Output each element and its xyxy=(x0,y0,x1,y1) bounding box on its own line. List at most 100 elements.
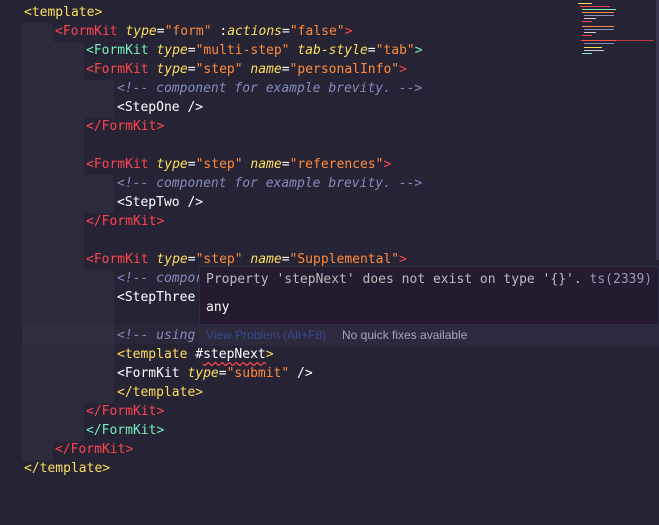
code-token: stepNext xyxy=(203,347,266,362)
code-token: = xyxy=(281,157,290,172)
code-token: = xyxy=(282,24,290,39)
code-token: = xyxy=(187,157,196,172)
code-token: "personalInfo" xyxy=(289,62,400,77)
minimap[interactable] xyxy=(574,0,659,60)
code-token: = xyxy=(218,366,227,381)
indent-guide xyxy=(84,175,114,213)
code-token: type xyxy=(125,24,157,39)
code-token: tab-style xyxy=(297,43,368,58)
code-token: <StepOne /> xyxy=(117,100,204,115)
code-token: "multi-step" xyxy=(195,43,290,58)
code-token: "tab" xyxy=(375,43,415,58)
type-info: any xyxy=(206,300,230,315)
code-line[interactable]: </template> xyxy=(117,383,203,402)
code-line[interactable]: </FormKit> xyxy=(86,402,164,421)
code-token: </FormKit> xyxy=(86,404,165,419)
code-token: <FormKit xyxy=(86,43,149,58)
code-token: /> xyxy=(289,366,313,381)
code-line[interactable]: <FormKit type="submit" /> xyxy=(117,364,313,383)
code-token: </template> xyxy=(117,385,204,400)
code-token: "step" xyxy=(195,252,243,267)
code-line[interactable]: </FormKit> xyxy=(86,421,164,440)
code-token: = xyxy=(367,43,376,58)
code-token: = xyxy=(187,43,196,58)
indent-guide xyxy=(84,270,114,403)
code-line[interactable]: <FormKit type="form" :actions="false"> xyxy=(55,22,352,41)
indent-guide xyxy=(84,80,114,118)
code-token: <FormKit xyxy=(86,157,149,172)
code-token: <FormKit xyxy=(117,366,180,381)
code-editor[interactable]: <template> <FormKit type="form" :actions=… xyxy=(0,0,659,525)
code-token: # xyxy=(187,347,204,362)
code-token: = xyxy=(281,252,290,267)
code-token: = xyxy=(187,252,196,267)
code-line[interactable]: </template> xyxy=(24,459,110,478)
code-line[interactable]: <!-- component for example brevity. --> xyxy=(117,79,422,98)
code-line[interactable]: <StepTwo /> xyxy=(117,193,203,212)
code-token: </template> xyxy=(24,461,111,476)
code-line[interactable]: <FormKit type="step" name="personalInfo"… xyxy=(86,60,407,79)
code-token: <FormKit xyxy=(86,62,149,77)
code-token: "step" xyxy=(195,157,243,172)
code-line[interactable]: <template> xyxy=(24,3,102,22)
code-token: > xyxy=(383,157,392,172)
code-line[interactable]: <!-- component for example brevity. --> xyxy=(117,174,422,193)
code-token: <FormKit xyxy=(55,24,118,39)
code-line[interactable]: <!-- compor xyxy=(117,269,203,288)
code-token: : xyxy=(211,24,228,39)
view-problem-link[interactable]: View Problem (Alt+F8) xyxy=(206,328,326,342)
code-token: </FormKit> xyxy=(55,442,134,457)
code-token: = xyxy=(187,62,196,77)
code-token: </FormKit> xyxy=(86,214,165,229)
code-token: <!-- compor xyxy=(117,271,204,286)
indent-guide xyxy=(53,42,84,442)
code-token: "Supplemental" xyxy=(289,252,400,267)
code-token: type xyxy=(156,43,188,58)
code-line[interactable]: </FormKit> xyxy=(86,117,164,136)
code-token: <!-- component for example brevity. --> xyxy=(117,81,423,96)
code-line[interactable]: <StepThree xyxy=(117,288,195,307)
code-token: <!-- component for example brevity. --> xyxy=(117,176,423,191)
code-line[interactable]: <StepOne /> xyxy=(117,98,203,117)
code-token: type xyxy=(156,252,188,267)
code-token: </FormKit> xyxy=(86,119,165,134)
code-token: <template> xyxy=(24,5,103,20)
hover-status-bar: View Problem (Alt+F8) No quick fixes ava… xyxy=(200,325,658,346)
code-token: </FormKit> xyxy=(86,423,165,438)
error-message-text: Property 'stepNext' does not exist on ty… xyxy=(206,272,582,287)
code-token: type xyxy=(187,366,219,381)
code-line[interactable]: <FormKit type="multi-step" tab-style="ta… xyxy=(86,41,423,60)
code-line[interactable]: <!-- using xyxy=(117,326,195,345)
code-token: = xyxy=(156,24,165,39)
code-token: > xyxy=(414,43,423,58)
no-quick-fixes-label: No quick fixes available xyxy=(342,328,468,342)
code-token: > xyxy=(399,252,407,267)
code-token: "step" xyxy=(195,62,243,77)
error-message: Property 'stepNext' does not exist on ty… xyxy=(206,272,652,287)
code-token: "submit" xyxy=(226,366,290,381)
code-token: "references" xyxy=(289,157,384,172)
code-token: > xyxy=(265,347,274,362)
code-token: <StepThree xyxy=(117,290,196,305)
code-token: > xyxy=(344,24,353,39)
code-token: type xyxy=(156,62,188,77)
indent-guide xyxy=(22,23,53,461)
code-token: actions xyxy=(227,24,283,39)
code-token: <template xyxy=(117,347,188,362)
code-line[interactable]: </FormKit> xyxy=(86,212,164,231)
code-line[interactable]: <template #stepNext> xyxy=(117,345,274,364)
code-token: "form" xyxy=(164,24,212,39)
code-token: <!-- using xyxy=(117,328,196,343)
error-code: ts(2339) xyxy=(581,272,653,287)
code-token: "false" xyxy=(289,24,345,39)
code-token: = xyxy=(281,62,290,77)
hover-tooltip[interactable]: Property 'stepNext' does not exist on ty… xyxy=(199,266,659,346)
code-token: name xyxy=(250,62,282,77)
code-token: <StepTwo /> xyxy=(117,195,204,210)
code-token: name xyxy=(250,157,282,172)
code-token: type xyxy=(156,157,188,172)
code-line[interactable]: </FormKit> xyxy=(55,440,133,459)
code-token: name xyxy=(250,252,282,267)
code-token: <FormKit xyxy=(86,252,149,267)
code-line[interactable]: <FormKit type="step" name="references"> xyxy=(86,155,391,174)
